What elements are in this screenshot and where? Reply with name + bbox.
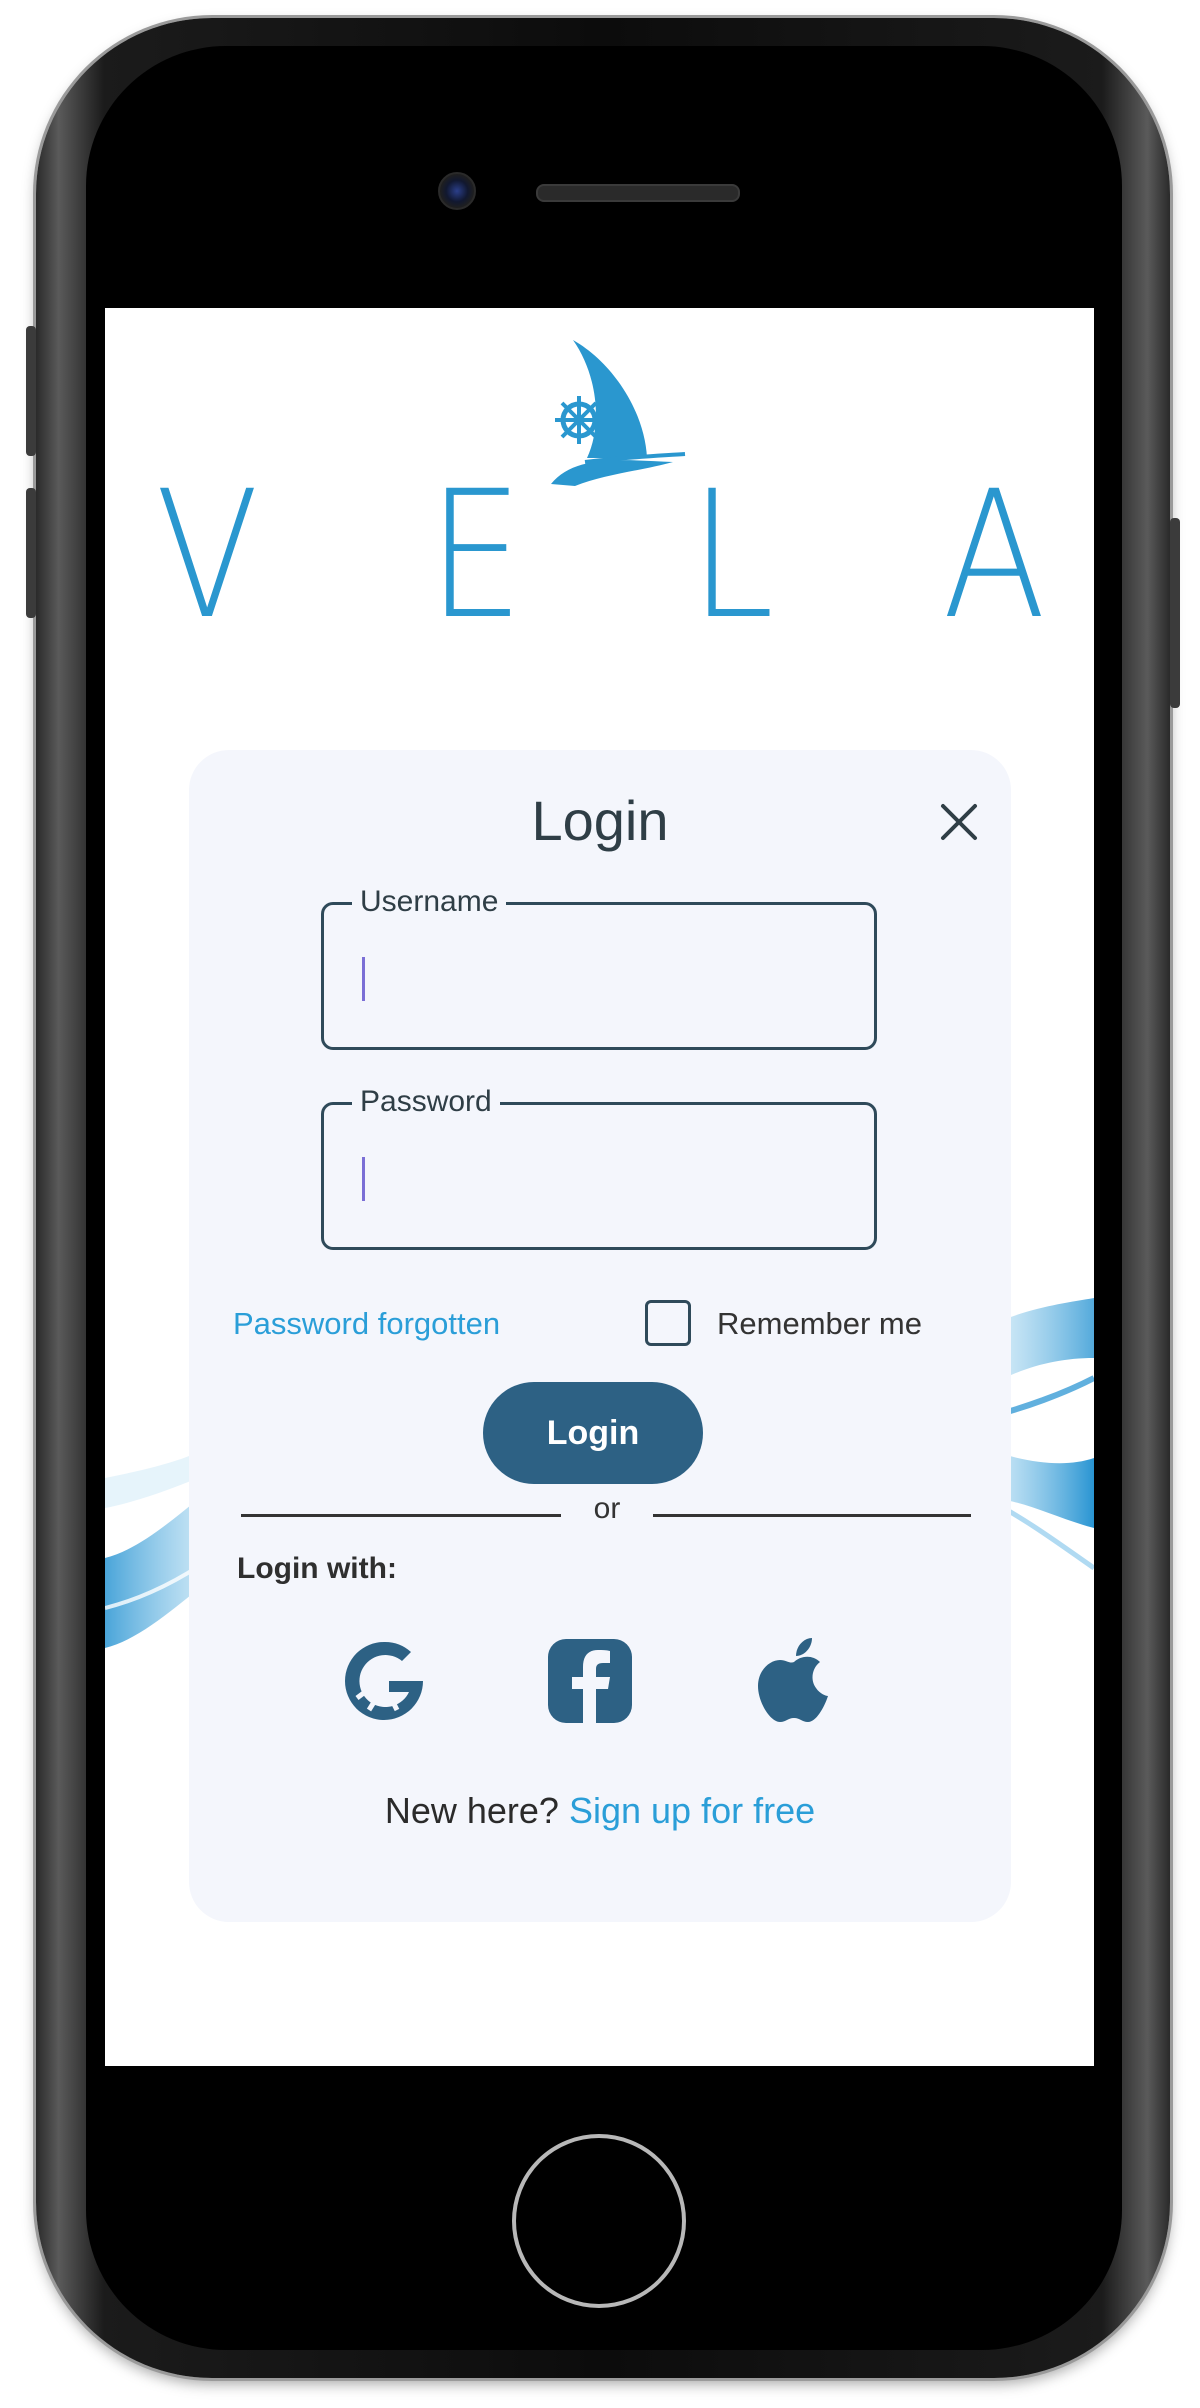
brand-letter: L [690,453,775,658]
text-cursor [362,957,365,1001]
password-label: Password [352,1085,500,1119]
facebook-icon [548,1639,632,1723]
sailboat-helm-icon [551,340,686,486]
volume-up-button [26,326,36,456]
power-button [1170,518,1180,708]
password-field: Password [321,1085,877,1250]
apple-icon [758,1638,828,1722]
divider-or-text: or [593,1492,621,1525]
volume-down-button [26,488,36,618]
password-forgotten-link[interactable]: Password forgotten [233,1306,500,1342]
login-title: Login [531,789,669,852]
close-icon [941,804,977,840]
signup-prompt: New here? [384,1790,559,1831]
login-button[interactable]: Login [483,1382,703,1484]
divider-left [241,1514,561,1517]
earpiece-speaker [536,184,740,202]
google-icon [345,1641,423,1720]
login-card: Login Username Password Password forgott… [189,750,1011,1922]
username-label: Username [352,885,507,919]
divider-right [653,1514,971,1517]
remember-me-label: Remember me [717,1306,922,1341]
username-field: Username [321,885,877,1050]
google-login-button[interactable] [339,1636,429,1726]
brand-letter: E [427,453,524,658]
brand-wordmark: V E L A [105,468,1094,644]
signup-link[interactable]: Sign up for free [569,1790,815,1831]
close-button[interactable] [929,792,989,852]
apple-login-button[interactable] [749,1636,839,1726]
brand-letter: V [155,453,259,658]
signup-row: New here? Sign up for free [189,1790,1011,1832]
login-with-label: Login with: [237,1552,397,1585]
app-screen: V E L A Login Username Password Password… [105,308,1094,2066]
brand-letter: A [941,453,1046,658]
remember-me-checkbox[interactable] [645,1300,691,1346]
facebook-login-button[interactable] [545,1636,635,1726]
home-button[interactable] [512,2134,686,2308]
text-cursor [362,1157,365,1201]
password-input[interactable] [352,1145,842,1205]
username-input[interactable] [352,945,842,1005]
front-camera [438,172,476,210]
